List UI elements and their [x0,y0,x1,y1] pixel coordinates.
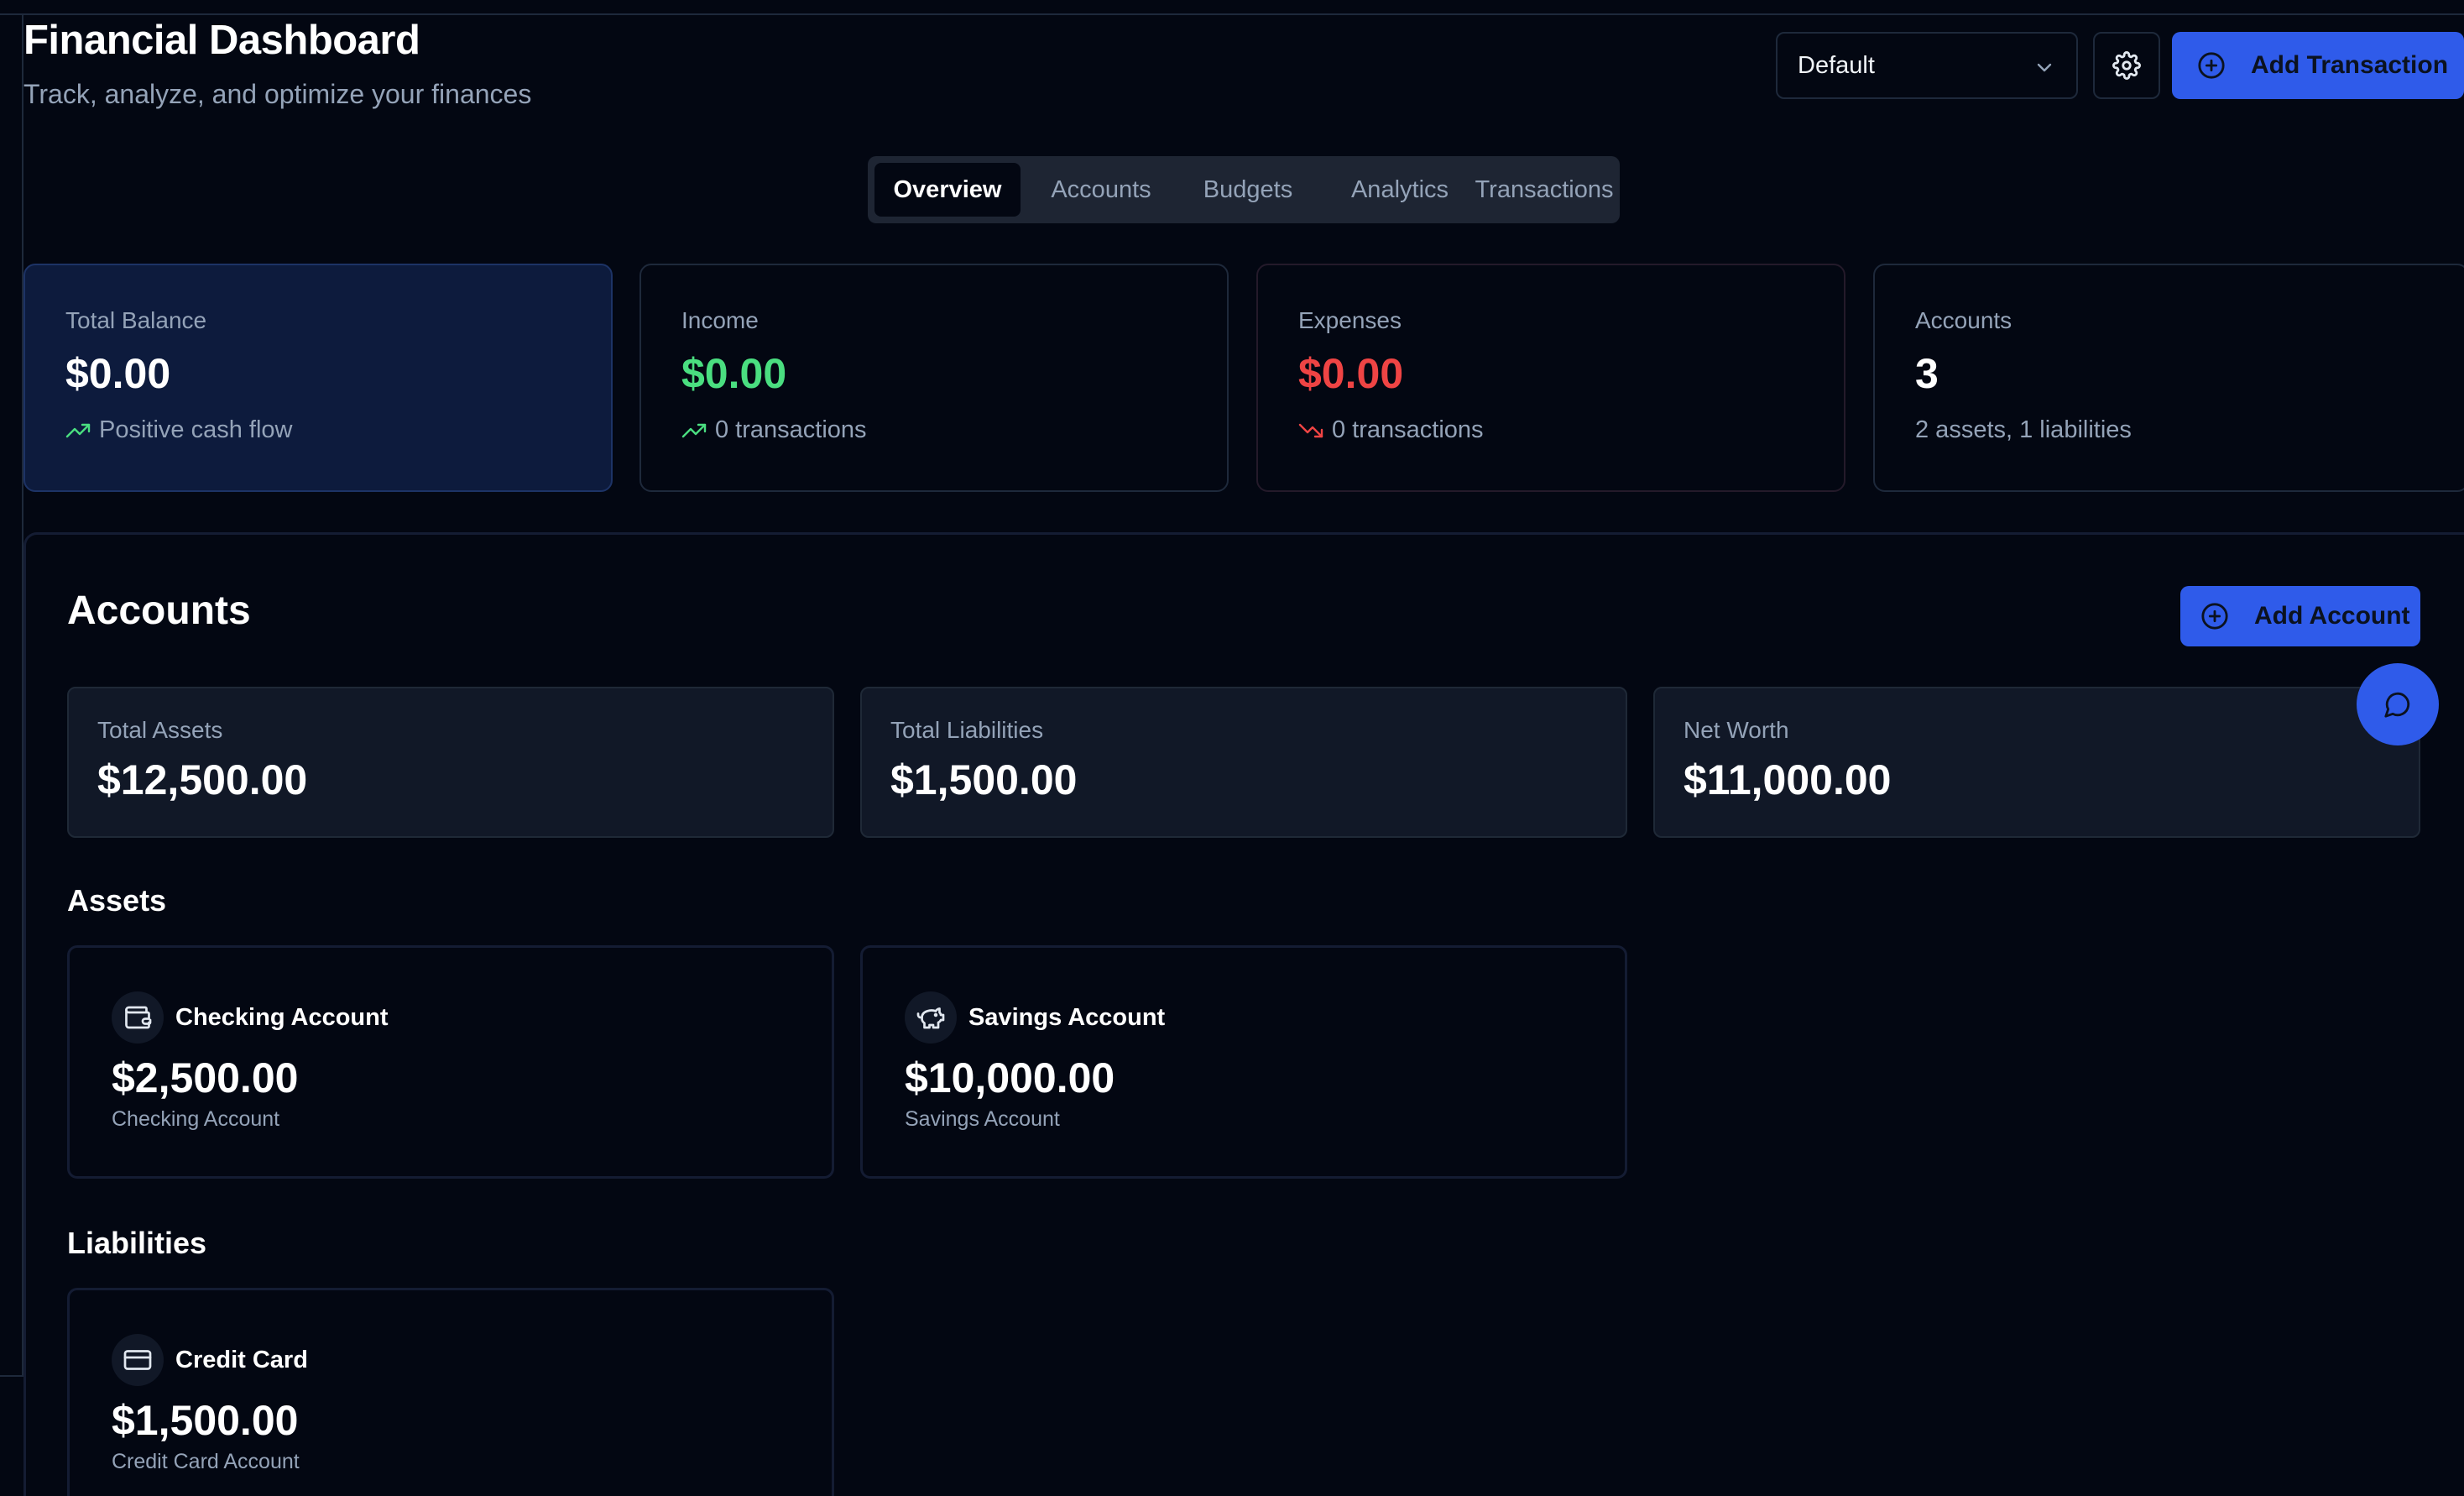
stat-label: Expenses [1298,307,1402,333]
account-card-savings[interactable]: Savings Account $10,000.00 Savings Accou… [860,945,1627,1179]
trending-up-icon [681,423,707,437]
total-liabilities-card: Total Liabilities $1,500.00 [860,687,1627,838]
tab-budgets[interactable]: Budgets [1175,163,1321,217]
liabilities-section-title: Liabilities [67,1226,207,1260]
plus-circle-icon [2198,52,2225,79]
page-title: Financial Dashboard [23,18,420,63]
trending-up-icon [65,423,91,437]
tab-transactions[interactable]: Transactions [1470,163,1618,217]
trending-down-icon [1298,423,1323,437]
tab-analytics[interactable]: Analytics [1326,163,1474,217]
add-transaction-button[interactable]: Add Transaction [2172,32,2464,99]
stat-label: Total Balance [65,307,207,333]
accounts-count-card: Accounts 3 2 assets, 1 liabilities [1873,264,2464,492]
stat-value: 3 [1915,350,1939,397]
chat-button[interactable] [2357,663,2439,745]
add-account-label: Add Account [2254,602,2410,630]
net-worth-card: Net Worth $11,000.00 [1653,687,2420,838]
summary-value: $1,500.00 [890,756,1078,803]
tab-accounts[interactable]: Accounts [1027,163,1175,217]
account-name: Savings Account [968,1003,1166,1031]
account-card-checking[interactable]: Checking Account $2,500.00 Checking Acco… [67,945,834,1179]
page-subtitle: Track, analyze, and optimize your financ… [23,79,532,109]
left-divider-tick [0,1375,23,1377]
stat-label: Accounts [1915,307,2012,333]
account-balance: $1,500.00 [112,1397,299,1444]
summary-label: Total Liabilities [890,717,1044,743]
gear-icon [2112,51,2141,80]
stat-value: $0.00 [681,350,787,397]
stat-sub: 0 transactions [1332,416,1484,443]
stat-sub: Positive cash flow [99,416,293,443]
top-divider [0,13,2464,15]
account-type: Savings Account [905,1107,1060,1131]
settings-button[interactable] [2093,32,2160,99]
expenses-card: Expenses $0.00 0 transactions [1256,264,1845,492]
summary-label: Total Assets [97,717,223,743]
account-type: Credit Card Account [112,1450,300,1473]
stat-sub: 2 assets, 1 liabilities [1915,416,2132,443]
income-card: Income $0.00 0 transactions [639,264,1229,492]
account-balance: $10,000.00 [905,1054,1115,1101]
stat-value: $0.00 [1298,350,1404,397]
assets-section-title: Assets [67,883,167,918]
piggy-bank-icon [916,1007,945,1029]
profile-select-value: Default [1798,51,1875,79]
chevron-down-icon [2037,63,2052,72]
credit-card-icon [123,1350,152,1370]
profile-select[interactable]: Default [1776,32,2078,99]
add-account-button[interactable]: Add Account [2180,586,2420,646]
account-card-credit-card[interactable]: Credit Card $1,500.00 Credit Card Accoun… [67,1288,834,1496]
message-circle-icon [2384,692,2410,718]
tab-overview[interactable]: Overview [874,163,1021,217]
account-balance: $2,500.00 [112,1054,299,1101]
stat-value: $0.00 [65,350,171,397]
account-type: Checking Account [112,1107,280,1131]
plus-circle-icon [2201,603,2228,630]
stat-sub: 0 transactions [715,416,867,443]
wallet-icon [125,1006,152,1029]
summary-value: $11,000.00 [1684,756,1892,803]
add-transaction-label: Add Transaction [2251,51,2449,79]
summary-value: $12,500.00 [97,756,308,803]
total-balance-card: Total Balance $0.00 Positive cash flow [23,264,613,492]
stat-label: Income [681,307,759,333]
summary-label: Net Worth [1684,717,1789,743]
account-name: Checking Account [175,1003,389,1031]
accounts-panel-title: Accounts [67,588,251,633]
total-assets-card: Total Assets $12,500.00 [67,687,834,838]
account-name: Credit Card [175,1346,308,1373]
main-tabs: Overview Accounts Budgets Analytics Tran… [868,156,1620,223]
dashboard-page: Financial Dashboard Track, analyze, and … [0,0,2464,1496]
